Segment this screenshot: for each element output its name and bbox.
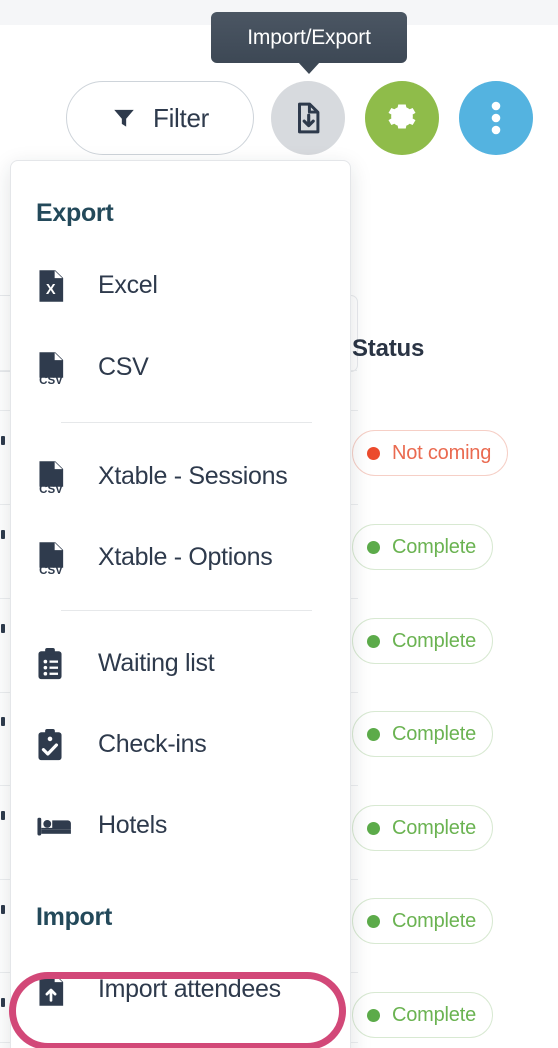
svg-text:X: X (46, 281, 56, 297)
menu-item-label: Check-ins (98, 730, 207, 758)
file-excel-icon: X (36, 269, 76, 303)
filter-button[interactable]: Filter (66, 81, 254, 155)
menu-item-label: CSV (98, 353, 149, 381)
status-dot-icon (367, 634, 380, 648)
file-csv-icon: CSV (36, 351, 76, 385)
menu-title-export: Export (36, 199, 114, 227)
status-dot-icon (367, 446, 380, 460)
screen: Status Not coming Complete Complete Complet… (0, 0, 558, 1048)
menu-item-label: Excel (98, 271, 158, 299)
bed-icon (36, 813, 76, 839)
menu-item-xtable-options[interactable]: CSV Xtable - Options (11, 530, 350, 585)
filter-button-label: Filter (153, 102, 209, 133)
status-badge-label: Complete (392, 1003, 476, 1026)
clipboard-list-icon (36, 647, 76, 681)
menu-item-label: Import attendees (98, 975, 281, 1003)
status-badge: Complete (352, 711, 493, 757)
menu-item-label: Hotels (98, 811, 168, 839)
status-dot-icon (367, 727, 380, 741)
import-export-tooltip: Import/Export (211, 12, 407, 74)
status-dot-icon (367, 540, 380, 554)
clipped-cell-edge (1, 811, 5, 820)
menu-item-csv[interactable]: CSV CSV (11, 340, 350, 395)
menu-item-excel[interactable]: X Excel (11, 258, 350, 313)
svg-text:CSV: CSV (39, 564, 63, 574)
menu-item-label: Waiting list (98, 649, 215, 677)
clipped-cell-edge (1, 998, 5, 1007)
clipboard-check-icon (36, 728, 76, 762)
tooltip-label: Import/Export (247, 25, 371, 49)
file-csv-icon: CSV (36, 460, 76, 494)
menu-item-waiting-list[interactable]: Waiting list (11, 636, 350, 691)
status-badge: Complete (352, 618, 493, 664)
clipped-cell-edge (1, 436, 5, 445)
status-dot-icon (367, 821, 380, 835)
status-badge-label: Not coming (392, 441, 492, 464)
import-export-button[interactable] (271, 81, 345, 155)
menu-item-xtable-sessions[interactable]: CSV Xtable - Sessions (11, 449, 350, 504)
clipped-cell-edge (1, 624, 5, 633)
status-badge-label: Complete (392, 722, 476, 745)
menu-body: Export X Excel CSV CSV CSV Xtable - Sessions CS… (11, 161, 350, 1017)
menu-item-label: Xtable - Sessions (98, 462, 288, 490)
status-badge: Complete (352, 992, 493, 1038)
import-export-menu: Export X Excel CSV CSV CSV Xtable - Sessions CS… (10, 160, 351, 1048)
status-dot-icon (367, 1008, 380, 1022)
more-options-button[interactable] (459, 81, 533, 155)
tooltip-arrow (298, 62, 320, 74)
gear-icon (384, 100, 420, 136)
status-badge: Complete (352, 524, 493, 570)
status-dot-icon (367, 914, 380, 928)
status-badge: Complete (352, 805, 493, 851)
toolbar: Filter (0, 68, 558, 168)
file-csv-icon: CSV (36, 541, 76, 575)
menu-item-check-ins[interactable]: Check-ins (11, 717, 350, 772)
file-download-icon (291, 101, 325, 135)
menu-item-label: Xtable - Options (98, 543, 273, 571)
dots-vertical-icon (491, 100, 501, 136)
status-badge-label: Complete (392, 535, 476, 558)
status-badge-label: Complete (392, 629, 476, 652)
svg-text:CSV: CSV (39, 374, 63, 384)
settings-button[interactable] (365, 81, 439, 155)
menu-item-hotels[interactable]: Hotels (11, 798, 350, 853)
clipped-cell-edge (1, 717, 5, 726)
column-header-status: Status (352, 335, 425, 362)
clipped-cell-edge (1, 905, 5, 914)
status-badge-label: Complete (392, 909, 476, 932)
file-upload-icon (36, 973, 76, 1007)
clipped-cell-edge (1, 530, 5, 539)
svg-text:CSV: CSV (39, 483, 63, 493)
status-badge: Not coming (352, 430, 509, 476)
status-badge: Complete (352, 898, 493, 944)
menu-title-import: Import (36, 903, 112, 931)
funnel-icon (111, 105, 137, 131)
menu-item-import-attendees[interactable]: Import attendees (11, 962, 350, 1017)
status-badge-label: Complete (392, 816, 476, 839)
